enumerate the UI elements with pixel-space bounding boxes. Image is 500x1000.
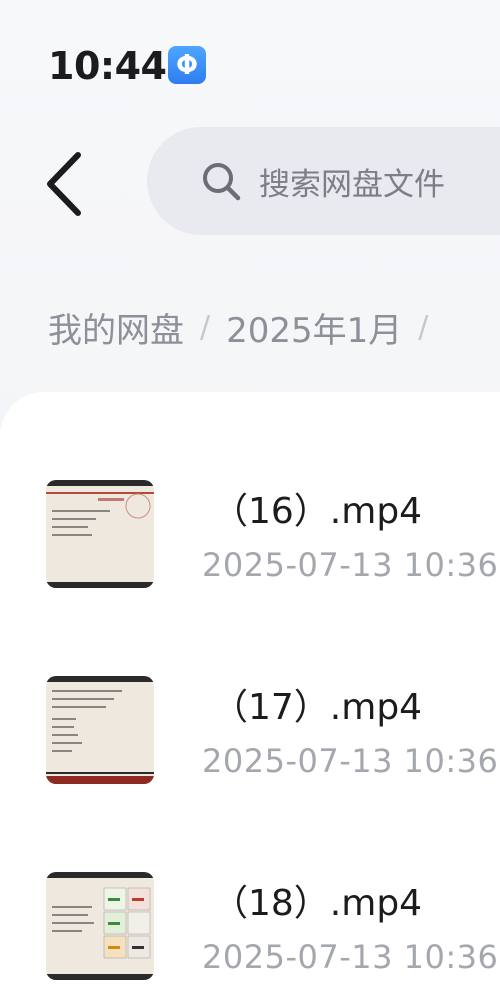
file-list: （16）.mp4 2025-07-13 10:36 （17）.mp4 2025-… [0,392,500,1000]
video-thumbnail [46,480,154,588]
file-row[interactable]: （18）.mp4 2025-07-13 10:36 [0,872,500,992]
search-icon [199,159,243,203]
breadcrumb-separator: / [418,309,429,345]
file-row[interactable]: （16）.mp4 2025-07-13 10:36 [0,480,500,600]
file-modified-time: 2025-07-13 10:36 [202,938,499,976]
video-thumbnail [46,872,154,980]
chevron-left-icon [47,152,81,216]
breadcrumb-item-folder[interactable]: 2025年1月 [226,303,402,352]
breadcrumb-item-root[interactable]: 我的网盘 [48,303,184,352]
file-name: （18）.mp4 [212,883,423,924]
breadcrumb-separator: / [200,309,211,345]
shield-app-icon: 𝚽 [168,46,206,84]
back-button[interactable] [32,148,96,220]
file-modified-time: 2025-07-13 10:36 [202,546,499,584]
file-name: （16）.mp4 [212,491,423,532]
screen: 10:44 𝚽 搜索网盘文件 我的网盘 / 2025年1月 / （16）.mp4… [0,0,500,1000]
status-time: 10:44 [48,44,167,88]
search-input[interactable]: 搜索网盘文件 [147,127,500,235]
breadcrumb: 我的网盘 / 2025年1月 / [48,302,444,352]
search-placeholder: 搜索网盘文件 [259,166,445,203]
file-row[interactable]: （17）.mp4 2025-07-13 10:36 [0,676,500,796]
video-thumbnail [46,676,154,784]
file-name: （17）.mp4 [212,687,423,728]
file-modified-time: 2025-07-13 10:36 [202,742,499,780]
